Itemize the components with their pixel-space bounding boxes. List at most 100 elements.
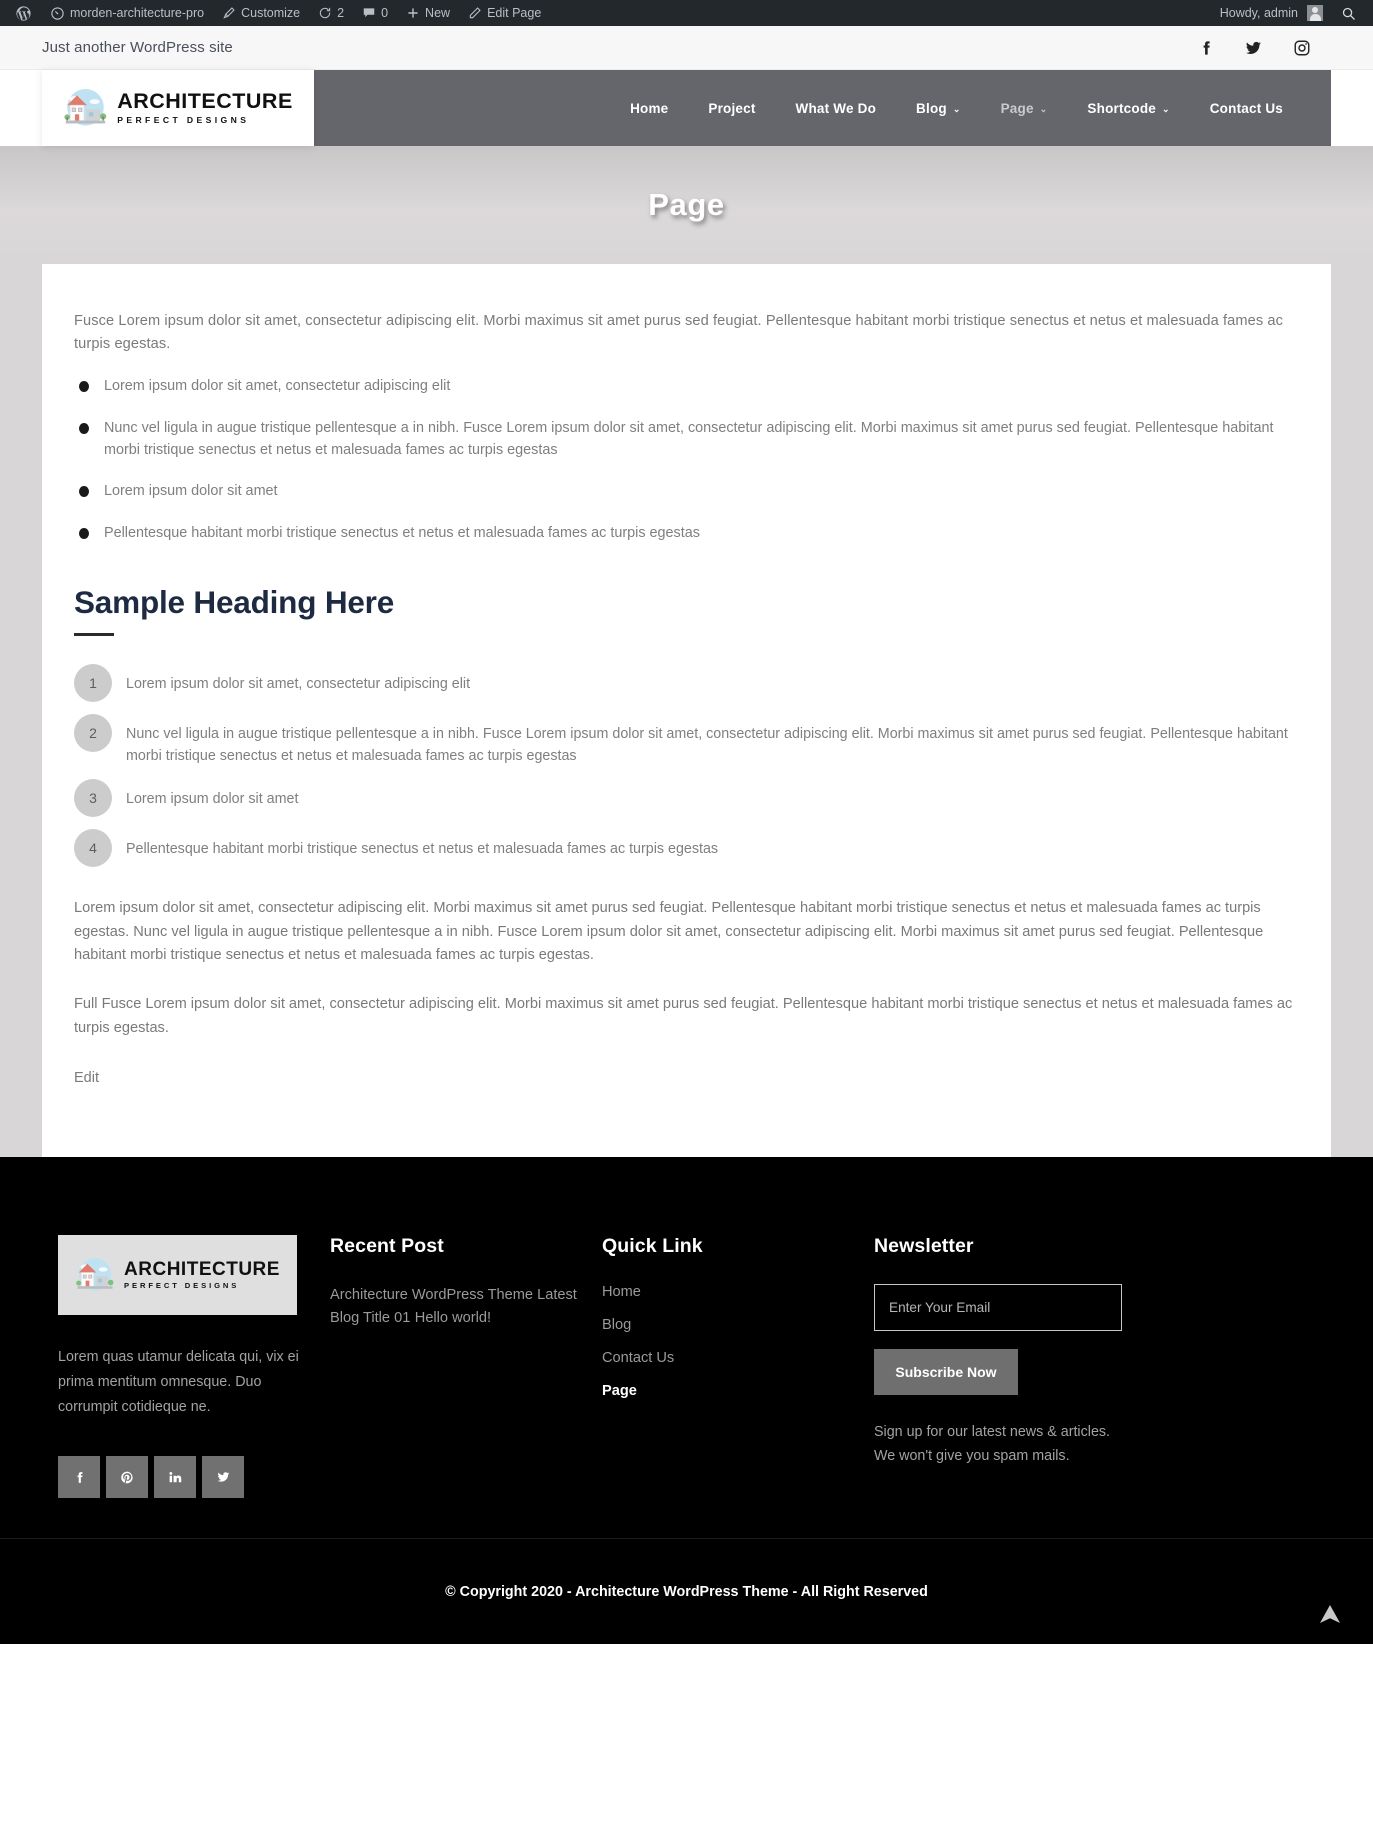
content-shell: Fusce Lorem ipsum dolor sit amet, consec… <box>0 264 1373 1158</box>
edit-post-link[interactable]: Edit <box>74 1070 99 1086</box>
comments-count: 0 <box>381 6 389 20</box>
pencil-icon <box>468 6 482 20</box>
howdy-label: Howdy, admin <box>1219 6 1298 20</box>
site-logo-link[interactable]: ARCHITECTURE PERFECT DESIGNS <box>42 70 314 146</box>
nav-list: Home Project What We Do Blog ⌄ Page ⌄ Sh <box>610 101 1303 116</box>
logo-subtitle: PERFECT DESIGNS <box>117 114 250 125</box>
list-item: Lorem ipsum dolor sit amet, consectetur … <box>74 375 1299 397</box>
site-header: ARCHITECTURE PERFECT DESIGNS Home Projec… <box>0 70 1373 146</box>
page-content-card: Fusce Lorem ipsum dolor sit amet, consec… <box>42 264 1331 1158</box>
wp-logo-button[interactable] <box>6 0 41 26</box>
widget-title-newsletter: Newsletter <box>874 1235 974 1258</box>
refresh-icon <box>318 6 332 20</box>
customize-label: Customize <box>241 6 301 20</box>
nav-item-contact-us[interactable]: Contact Us <box>1190 101 1303 116</box>
page-title: Page <box>648 187 725 222</box>
chevron-down-icon: ⌄ <box>952 103 961 114</box>
footer-quick-link-widget: Quick Link Home Blog Contact Us Page <box>602 1235 874 1498</box>
site-tagline-bar: Just another WordPress site <box>0 26 1373 70</box>
architecture-house-logo-icon <box>75 1257 115 1293</box>
admin-search-button[interactable] <box>1332 0 1365 26</box>
paintbrush-icon <box>222 6 236 20</box>
list-item-text: Pellentesque habitant morbi tristique se… <box>126 841 719 858</box>
body-paragraph-2: Full Fusce Lorem ipsum dolor sit amet, c… <box>74 996 1293 1036</box>
logo-row: ARCHITECTURE PERFECT DESIGNS <box>63 88 293 128</box>
list-item: 4 Pellentesque habitant morbi tristique … <box>74 829 1299 868</box>
customize-button[interactable]: Customize <box>213 0 309 26</box>
nav-label: Blog <box>916 100 947 116</box>
linkedin-icon[interactable] <box>154 1456 196 1499</box>
nav-label: What We Do <box>795 100 877 116</box>
nav-label: Home <box>630 100 669 116</box>
heading-underline <box>74 632 114 636</box>
revisions-button[interactable]: 2 <box>309 0 353 26</box>
widget-title-recent-post: Recent Post <box>330 1235 444 1258</box>
body-paragraph-1: Lorem ipsum dolor sit amet, consectetur … <box>74 900 1264 963</box>
chevron-down-icon: ⌄ <box>1161 103 1170 114</box>
facebook-icon[interactable] <box>58 1456 100 1499</box>
list-item-text: Lorem ipsum dolor sit amet <box>126 791 299 808</box>
nav-item-project[interactable]: Project <box>688 101 775 116</box>
admin-bar-right: Howdy, admin <box>1211 0 1365 26</box>
plus-icon <box>406 6 420 20</box>
dashboard-icon <box>50 6 65 21</box>
logo-text: ARCHITECTURE PERFECT DESIGNS <box>117 91 293 124</box>
main-navigation: Home Project What We Do Blog ⌄ Page ⌄ Sh <box>314 70 1331 146</box>
list-item: 3 Lorem ipsum dolor sit amet <box>74 779 1299 818</box>
facebook-icon[interactable] <box>1198 39 1214 57</box>
quick-link-page[interactable]: Page <box>602 1383 850 1399</box>
copyright-bar: © Copyright 2020 - Architecture WordPres… <box>0 1538 1373 1645</box>
wordpress-logo-icon <box>15 5 32 22</box>
site-name-label: morden-architecture-pro <box>70 6 205 20</box>
nav-label: Page <box>1000 100 1034 116</box>
widget-title-quick-link: Quick Link <box>602 1235 703 1258</box>
logo-title: ARCHITECTURE <box>124 1259 280 1281</box>
list-number-badge: 3 <box>74 779 112 818</box>
newsletter-note: Sign up for our latest news & articles. … <box>874 1424 1111 1464</box>
user-avatar-icon <box>1307 5 1323 21</box>
subscribe-button[interactable]: Subscribe Now <box>874 1349 1018 1396</box>
recent-post-item[interactable]: Hello world! <box>415 1310 491 1326</box>
list-item: 2 Nunc vel ligula in augue tristique pel… <box>74 713 1299 767</box>
nav-label: Project <box>708 100 756 116</box>
list-item-text: Nunc vel ligula in augue tristique pelle… <box>126 725 1288 764</box>
footer-social-links <box>58 1456 306 1499</box>
search-icon <box>1341 6 1356 21</box>
logo-row: ARCHITECTURE PERFECT DESIGNS <box>75 1257 280 1293</box>
instagram-icon[interactable] <box>1293 39 1311 57</box>
list-number-badge: 1 <box>74 663 112 702</box>
site-name-button[interactable]: morden-architecture-pro <box>41 0 213 26</box>
pinterest-icon[interactable] <box>106 1456 148 1499</box>
scroll-to-top-icon[interactable] <box>1317 1600 1343 1626</box>
nav-item-what-we-do[interactable]: What We Do <box>776 101 897 116</box>
nav-item-blog[interactable]: Blog ⌄ <box>896 101 981 116</box>
section-heading: Sample Heading Here <box>74 583 395 620</box>
footer-about-widget: ARCHITECTURE PERFECT DESIGNS Lorem quas … <box>58 1235 330 1499</box>
nav-item-home[interactable]: Home <box>610 101 688 116</box>
edit-page-button[interactable]: Edit Page <box>459 0 550 26</box>
nav-item-page[interactable]: Page ⌄ <box>981 101 1068 116</box>
new-content-button[interactable]: New <box>397 0 459 26</box>
numbered-list: 1 Lorem ipsum dolor sit amet, consectetu… <box>74 663 1299 868</box>
admin-bar-left: morden-architecture-pro Customize 2 0 Ne… <box>6 0 1211 26</box>
my-account-button[interactable]: Howdy, admin <box>1211 0 1332 26</box>
architecture-house-logo-icon <box>63 88 108 128</box>
nav-item-shortcode[interactable]: Shortcode ⌄ <box>1067 101 1189 116</box>
header-inner: ARCHITECTURE PERFECT DESIGNS Home Projec… <box>0 70 1373 146</box>
logo-text: ARCHITECTURE PERFECT DESIGNS <box>124 1260 280 1290</box>
newsletter-email-input[interactable] <box>874 1284 1122 1332</box>
logo-subtitle: PERFECT DESIGNS <box>124 1281 240 1291</box>
list-item: 1 Lorem ipsum dolor sit amet, consectetu… <box>74 663 1299 702</box>
comments-button[interactable]: 0 <box>353 0 397 26</box>
footer-logo[interactable]: ARCHITECTURE PERFECT DESIGNS <box>58 1235 297 1316</box>
header-social-links <box>1198 39 1331 57</box>
twitter-icon[interactable] <box>1244 39 1263 57</box>
quick-link-blog[interactable]: Blog <box>602 1317 850 1333</box>
footer-about-text: Lorem quas utamur delicata qui, vix ei p… <box>58 1349 299 1416</box>
list-item: Nunc vel ligula in augue tristique pelle… <box>74 417 1299 462</box>
site-footer: ARCHITECTURE PERFECT DESIGNS Lorem quas … <box>0 1157 1373 1539</box>
twitter-icon[interactable] <box>202 1456 244 1499</box>
quick-link-contact-us[interactable]: Contact Us <box>602 1350 850 1366</box>
quick-link-home[interactable]: Home <box>602 1284 850 1300</box>
revisions-count: 2 <box>337 6 345 20</box>
